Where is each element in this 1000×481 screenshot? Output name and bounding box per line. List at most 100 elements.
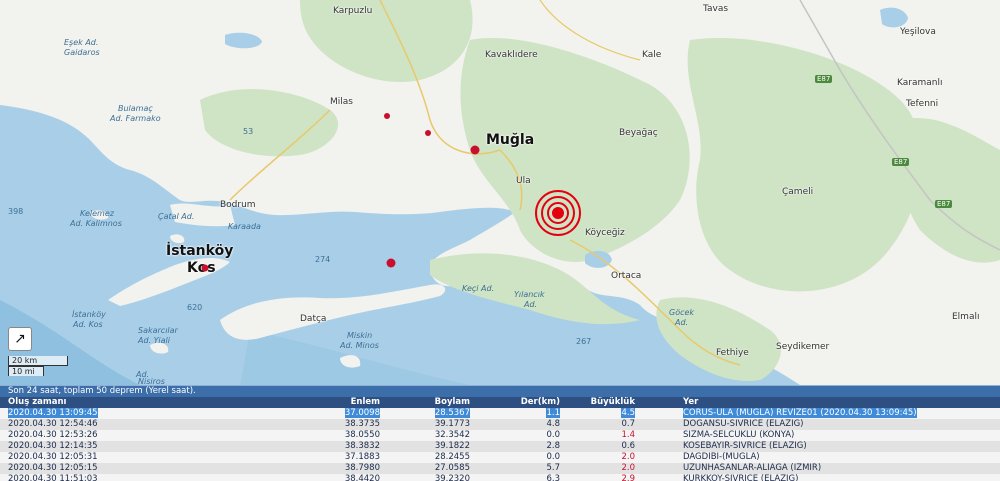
cell-time: 2020.04.30 12:54:46 bbox=[0, 419, 310, 430]
col-header-magnitude[interactable]: Büyüklük bbox=[560, 397, 635, 408]
road-shield-e87: E87 bbox=[815, 75, 833, 83]
arrow-up-right-icon: ↗ bbox=[14, 331, 26, 347]
cell-lon-text: 39.2320 bbox=[434, 474, 470, 481]
table-row[interactable]: 2020.04.30 11:51:03 38.4420 39.2320 6.3 2.9 K… bbox=[0, 474, 1000, 481]
scale-mi: 10 mi bbox=[8, 366, 44, 376]
table-body: 2020.04.30 13:09:45 37.0098 28.5367 1.1 4.5 C… bbox=[0, 408, 1000, 481]
cell-time: 2020.04.30 12:05:31 bbox=[0, 452, 310, 463]
cell-place: UZUNHASANLAR-ALIAGA (IZMIR) bbox=[635, 463, 1000, 474]
island-label: Ad. bbox=[524, 300, 538, 309]
earthquake-marker[interactable] bbox=[386, 258, 396, 268]
cell-place-text: CORUS-ULA (MUGLA) REVIZE01 (2020.04.30 1… bbox=[683, 408, 917, 418]
earthquake-marker[interactable] bbox=[201, 264, 209, 272]
earthquake-marker[interactable] bbox=[470, 145, 480, 155]
cell-lon-text: 39.1773 bbox=[434, 419, 470, 429]
island-label: Ad. Farmako bbox=[110, 114, 161, 123]
table-row[interactable]: 2020.04.30 13:09:45 37.0098 28.5367 1.1 4.5 C… bbox=[0, 408, 1000, 419]
earthquake-map[interactable]: Karpuzlu Tavas Yeşilova Kavaklıdere Kale… bbox=[0, 0, 1000, 385]
sea-depth-label: 398 bbox=[8, 207, 24, 216]
earthquake-table: Oluş zamanı Enlem Boylam Der(km) Büyüklü… bbox=[0, 397, 1000, 481]
cell-time: 2020.04.30 12:14:35 bbox=[0, 441, 310, 452]
cell-lat: 38.0550 bbox=[310, 430, 380, 441]
table-row[interactable]: 2020.04.30 12:54:46 38.3735 39.1773 4.8 0.7 D… bbox=[0, 419, 1000, 430]
cell-depth-text: 1.1 bbox=[546, 408, 560, 418]
sea-depth-label: 274 bbox=[315, 255, 331, 264]
col-header-lat[interactable]: Enlem bbox=[310, 397, 380, 408]
island-label: Ad. bbox=[675, 318, 689, 327]
cell-magnitude: 4.5 bbox=[560, 408, 635, 419]
cell-time: 2020.04.30 11:51:03 bbox=[0, 474, 310, 481]
cell-depth-text: 5.7 bbox=[546, 463, 560, 473]
island-label: Sakarcılar bbox=[138, 326, 178, 335]
cell-lat-text: 37.0098 bbox=[344, 408, 380, 418]
cell-magnitude-text: 4.5 bbox=[621, 408, 635, 418]
cell-magnitude: 1.4 bbox=[560, 430, 635, 441]
col-header-time[interactable]: Oluş zamanı bbox=[0, 397, 310, 408]
cell-place: CORUS-ULA (MUGLA) REVIZE01 (2020.04.30 1… bbox=[635, 408, 1000, 419]
cell-lat: 37.1883 bbox=[310, 452, 380, 463]
cell-depth: 0.0 bbox=[470, 430, 560, 441]
place-label: Datça bbox=[300, 314, 327, 324]
table-row[interactable]: 2020.04.30 12:14:35 38.3832 39.1822 2.8 0.6 K… bbox=[0, 441, 1000, 452]
col-header-depth[interactable]: Der(km) bbox=[470, 397, 560, 408]
cell-depth: 4.8 bbox=[470, 419, 560, 430]
cell-magnitude: 2.0 bbox=[560, 452, 635, 463]
cell-lat: 38.3832 bbox=[310, 441, 380, 452]
cell-time-text: 2020.04.30 13:09:45 bbox=[8, 408, 98, 418]
cell-time: 2020.04.30 12:53:26 bbox=[0, 430, 310, 441]
place-label: Kale bbox=[642, 50, 662, 60]
table-header-row: Oluş zamanı Enlem Boylam Der(km) Büyüklü… bbox=[0, 397, 1000, 408]
table-row[interactable]: 2020.04.30 12:53:26 38.0550 32.3542 0.0 1.4 S… bbox=[0, 430, 1000, 441]
island-label: Eşek Ad. bbox=[64, 38, 99, 47]
cell-lon: 39.1773 bbox=[380, 419, 470, 430]
island-label: İstanköy bbox=[72, 310, 106, 319]
cell-lon-text: 28.5367 bbox=[434, 408, 470, 418]
island-label: Miskin bbox=[347, 331, 373, 340]
island-label: Gaidaros bbox=[64, 48, 100, 57]
cell-place: KURKKOY-SIVRICE (ELAZIG) bbox=[635, 474, 1000, 481]
earthquake-marker[interactable] bbox=[425, 130, 431, 136]
cell-magnitude: 2.0 bbox=[560, 463, 635, 474]
cell-time-text: 2020.04.30 12:05:15 bbox=[8, 463, 98, 473]
place-label: Köyceğiz bbox=[585, 228, 625, 238]
cell-depth-text: 0.0 bbox=[546, 430, 560, 440]
cell-lat: 38.4420 bbox=[310, 474, 380, 481]
cell-time-text: 2020.04.30 11:51:03 bbox=[8, 474, 98, 481]
place-label: Yeşilova bbox=[900, 27, 936, 37]
sea-depth-label: 267 bbox=[576, 337, 592, 346]
place-label: Elmalı bbox=[952, 312, 980, 322]
cell-place-text: DOGANSU-SIVRICE (ELAZIG) bbox=[683, 419, 804, 429]
cell-magnitude: 2.9 bbox=[560, 474, 635, 481]
place-label: Karpuzlu bbox=[333, 6, 373, 16]
cell-lon: 32.3542 bbox=[380, 430, 470, 441]
cell-time: 2020.04.30 13:09:45 bbox=[0, 408, 310, 419]
island-label: Kelemez bbox=[80, 209, 114, 218]
cell-lat-text: 38.4420 bbox=[344, 474, 380, 481]
sea-depth-label: 53 bbox=[243, 127, 254, 136]
place-label: Beyağaç bbox=[619, 128, 658, 138]
table-row[interactable]: 2020.04.30 12:05:31 37.1883 28.2455 0.0 2.0 D… bbox=[0, 452, 1000, 463]
cell-lon-text: 32.3542 bbox=[434, 430, 470, 440]
cell-depth: 1.1 bbox=[470, 408, 560, 419]
cell-magnitude-text: 0.7 bbox=[621, 419, 635, 429]
col-header-lon[interactable]: Boylam bbox=[380, 397, 470, 408]
city-label-istankoy: İstanköy bbox=[166, 243, 234, 259]
place-label: Fethiye bbox=[716, 348, 749, 358]
cell-lon-text: 27.0585 bbox=[434, 463, 470, 473]
road-shield-e87: E87 bbox=[892, 158, 910, 166]
place-label: Milas bbox=[330, 97, 353, 107]
expand-map-button[interactable]: ↗ bbox=[8, 327, 32, 351]
cell-lat: 37.0098 bbox=[310, 408, 380, 419]
cell-place-text: KOSEBAYIR-SIVRICE (ELAZIG) bbox=[683, 441, 807, 451]
island-label: Ad. Yiali bbox=[138, 336, 170, 345]
place-label: Seydikemer bbox=[776, 342, 830, 352]
col-header-place[interactable]: Yer bbox=[635, 397, 1000, 408]
island-label: Bulamaç bbox=[118, 104, 153, 113]
cell-depth-text: 0.0 bbox=[546, 452, 560, 462]
cell-magnitude-text: 2.0 bbox=[621, 463, 635, 473]
cell-magnitude-text: 2.9 bbox=[621, 474, 635, 481]
earthquake-marker[interactable] bbox=[384, 113, 390, 119]
table-row[interactable]: 2020.04.30 12:05:15 38.7980 27.0585 5.7 2.0 U… bbox=[0, 463, 1000, 474]
place-label: Tefenni bbox=[906, 99, 939, 109]
sea-depth-label: 620 bbox=[187, 303, 203, 312]
